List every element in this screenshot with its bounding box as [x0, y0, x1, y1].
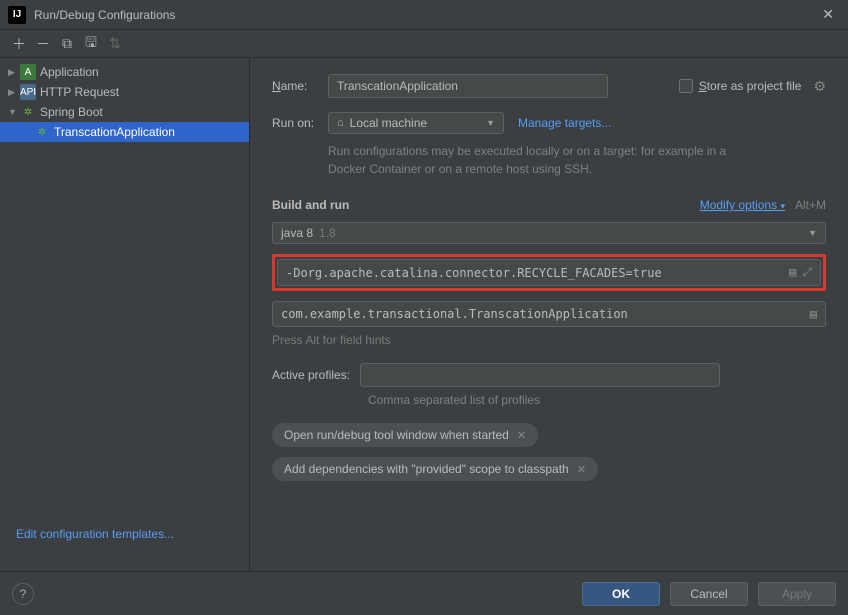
ide-logo-icon: IJ [8, 6, 26, 24]
chevron-down-icon: ▼ [8, 107, 20, 117]
runon-value: Local machine [350, 116, 427, 130]
titlebar: IJ Run/Debug Configurations ✕ [0, 0, 848, 30]
active-profiles-input[interactable] [360, 363, 720, 387]
runon-dropdown[interactable]: ⌂ Local machine ▼ [328, 112, 504, 134]
gear-icon[interactable]: ⚙ [813, 78, 826, 95]
tree-node-transcation-application[interactable]: ✲ TranscationApplication [0, 122, 249, 142]
chevron-right-icon: ▶ [8, 67, 20, 78]
main-class-value: com.example.transactional.TranscationApp… [281, 307, 628, 321]
tree-label: HTTP Request [40, 85, 119, 99]
config-toolbar: ＋ － ⧉ 🖫 ⇅ [0, 30, 848, 58]
copy-config-button[interactable]: ⧉ [56, 33, 78, 55]
insert-macros-icon[interactable]: ▤ [789, 265, 796, 280]
chevron-down-icon: ▼ [808, 228, 817, 238]
edit-templates-link[interactable]: Edit configuration templates... [16, 527, 174, 541]
tree-label: Application [40, 65, 99, 79]
active-profiles-label: Active profiles: [272, 368, 350, 382]
runon-label: Run on: [272, 116, 328, 130]
main-panel: Name: Store as project file ⚙ Run on: ⌂ … [250, 58, 848, 571]
modify-options-link[interactable]: Modify options ▾ [700, 198, 785, 212]
save-config-button[interactable]: 🖫 [80, 33, 102, 55]
jdk-version: 1.8 [319, 226, 336, 240]
remove-config-button[interactable]: － [32, 33, 54, 55]
name-label: Name: [272, 79, 328, 93]
jdk-label: java 8 [281, 226, 313, 240]
comma-hint: Comma separated list of profiles [368, 393, 826, 407]
browse-class-icon[interactable]: ▤ [810, 307, 817, 321]
tree-label: Spring Boot [40, 105, 103, 119]
alt-hint: Press Alt for field hints [272, 333, 826, 347]
store-as-project-checkbox[interactable] [679, 79, 693, 93]
add-config-button[interactable]: ＋ [8, 33, 30, 55]
config-tree: ▶ A Application ▶ API HTTP Request ▼ ✲ S… [0, 62, 249, 517]
dialog-footer: ? OK Cancel Apply [0, 571, 848, 615]
spring-icon: ✲ [20, 104, 36, 120]
runon-hint: Run configurations may be executed local… [328, 142, 758, 178]
sidebar: ▶ A Application ▶ API HTTP Request ▼ ✲ S… [0, 58, 250, 571]
tree-node-spring-boot[interactable]: ▼ ✲ Spring Boot [0, 102, 249, 122]
spring-icon: ✲ [34, 124, 50, 140]
ok-button[interactable]: OK [582, 582, 660, 606]
name-input[interactable] [328, 74, 608, 98]
chip-remove-icon[interactable]: ✕ [517, 429, 526, 442]
apply-button[interactable]: Apply [758, 582, 836, 606]
vm-options-value: -Dorg.apache.catalina.connector.RECYCLE_… [286, 266, 662, 280]
tree-node-http[interactable]: ▶ API HTTP Request [0, 82, 249, 102]
tree-node-application[interactable]: ▶ A Application [0, 62, 249, 82]
build-run-heading: Build and run [272, 198, 349, 212]
application-icon: A [20, 64, 36, 80]
expand-icon[interactable]: ⤢ [802, 265, 812, 280]
cancel-button[interactable]: Cancel [670, 582, 748, 606]
tree-label: TranscationApplication [54, 125, 175, 139]
vm-options-highlight: -Dorg.apache.catalina.connector.RECYCLE_… [272, 254, 826, 291]
chip-provided-scope[interactable]: Add dependencies with "provided" scope t… [272, 457, 598, 481]
store-label: Store as project file [699, 79, 802, 93]
vm-options-input[interactable]: -Dorg.apache.catalina.connector.RECYCLE_… [277, 259, 821, 286]
move-config-button[interactable]: ⇅ [104, 33, 126, 55]
main-class-input[interactable]: com.example.transactional.TranscationApp… [272, 301, 826, 327]
help-button[interactable]: ? [12, 583, 34, 605]
http-icon: API [20, 84, 36, 100]
chip-label: Open run/debug tool window when started [284, 428, 509, 442]
home-icon: ⌂ [337, 117, 344, 129]
manage-targets-link[interactable]: Manage targets... [518, 116, 611, 130]
jdk-dropdown[interactable]: java 8 1.8 ▼ [272, 222, 826, 244]
close-icon[interactable]: ✕ [816, 4, 840, 25]
chip-remove-icon[interactable]: ✕ [577, 463, 586, 476]
modify-shortcut: Alt+M [795, 198, 826, 212]
chip-label: Add dependencies with "provided" scope t… [284, 462, 569, 476]
dialog-title: Run/Debug Configurations [34, 8, 816, 22]
chevron-down-icon: ▼ [486, 118, 495, 128]
chip-open-tool-window[interactable]: Open run/debug tool window when started … [272, 423, 538, 447]
chevron-right-icon: ▶ [8, 87, 20, 98]
